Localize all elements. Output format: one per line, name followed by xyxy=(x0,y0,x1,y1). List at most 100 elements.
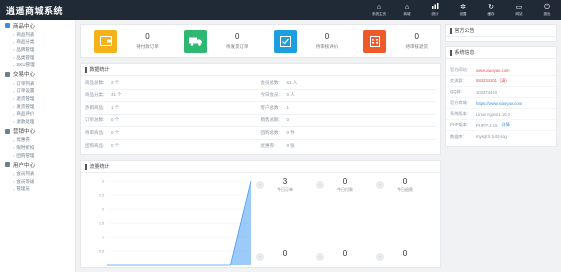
nav-exit[interactable]: ⏻ 退出 xyxy=(533,0,561,20)
sidebar-item[interactable]: › 商品列表 xyxy=(0,31,75,39)
sidebar-item[interactable]: › 会员等级 xyxy=(0,178,75,186)
sidebar-section-marketing[interactable]: 营销中心 xyxy=(0,126,75,137)
panel-title: 数据统计 xyxy=(81,64,440,76)
info-value: Linux nginx/1.10.3 xyxy=(476,111,510,117)
info-key: PHP版本: xyxy=(450,122,469,127)
sidebar-item-label: 退款处理 xyxy=(16,118,35,124)
sidebar-section-users[interactable]: 用户中心 xyxy=(0,159,75,170)
top-bar: 逍遥商城系统 ⌂ 系统主页 ⌂ 商城 统计 ✲ 设置 ↻ 缓存 ▭ 网站 ⏻ 退出 xyxy=(0,0,561,20)
sidebar-item[interactable]: › 团购管理 xyxy=(0,152,75,160)
sidebar-item[interactable]: › 品类管理 xyxy=(0,54,75,62)
sidebar-item[interactable]: › 退货管理 xyxy=(0,95,75,103)
stat-key: 热销商品: xyxy=(85,104,105,110)
bullet-icon: › xyxy=(13,145,15,151)
bullet-icon: › xyxy=(13,137,15,143)
stats-icon xyxy=(431,3,439,12)
y-tick-label: 0.5 xyxy=(99,249,104,253)
nav-store[interactable]: ⌂ 商城 xyxy=(393,0,421,20)
bullet-icon: › xyxy=(13,47,15,53)
stat-key: 商品总数: xyxy=(85,79,105,85)
info-key: QQ群: xyxy=(450,89,462,94)
info-key: 系统版本: xyxy=(450,111,468,116)
sidebar-item-label: 限时折扣 xyxy=(16,144,35,150)
nav-home[interactable]: ⌂ 系统主页 xyxy=(365,0,393,20)
sidebar-item[interactable]: › 会员列表 xyxy=(0,170,75,178)
stat-key: 商品分类: xyxy=(85,92,105,98)
stat-pending-shipping[interactable]: 0 待发货订单 xyxy=(171,25,261,57)
stat-pending-payment[interactable]: 0 待付款订单 xyxy=(81,25,171,57)
table-row: 热销商品: 1 个 客户总数: 1 xyxy=(85,102,436,115)
order-stat-value: 0 xyxy=(402,249,408,258)
order-stat-value: 3 xyxy=(282,177,288,186)
stat-val: 2 个 xyxy=(111,79,120,85)
y-tick-label: 2.5 xyxy=(99,193,104,197)
order-stats: ‹ 3 今日订单 ‹ 0 今日付款 ‹ 0 今日退款 ‹ 0 ‹ 0 ‹ 0 xyxy=(256,177,436,269)
nav-site[interactable]: ▭ 网站 xyxy=(505,0,533,20)
data-stats-panel: 数据统计 商品总数: 2 个 会员总数: 61 人 商品分类: 31 个 今日会员: 0… xyxy=(80,63,441,155)
bullet-icon: › xyxy=(13,81,15,87)
bullet-icon: › xyxy=(13,96,15,102)
sidebar-section-goods[interactable]: 商品中心 xyxy=(0,20,75,31)
stat-key: 优惠券: xyxy=(260,142,276,148)
sidebar-item[interactable]: › 订单设置 xyxy=(0,88,75,96)
info-row: 数据库: mysql:5.5.62-log xyxy=(446,131,556,142)
sidebar-item-label: 优惠券 xyxy=(16,137,30,143)
y-tick-label: 2 xyxy=(102,207,104,211)
order-stat: ‹ 0 xyxy=(256,249,314,261)
box-icon xyxy=(5,23,10,28)
info-value[interactable]: https://www.xiaoyao.com xyxy=(476,101,522,106)
sidebar-item[interactable]: › 退款处理 xyxy=(0,118,75,126)
bullet-icon: › xyxy=(13,32,15,38)
bullet-icon: › xyxy=(13,62,15,68)
stat-pending-return[interactable]: 0 待审核退货 xyxy=(350,25,440,57)
app-logo: 逍遥商城系统 xyxy=(6,6,64,16)
nav-cache[interactable]: ↻ 缓存 xyxy=(477,0,505,20)
stat-pending-review[interactable]: 0 待审核评价 xyxy=(261,25,351,57)
order-stat: ‹ 0 xyxy=(376,249,434,261)
sidebar-item-label: 管理员 xyxy=(16,186,30,192)
sidebar-item[interactable]: › 订单列表 xyxy=(0,80,75,88)
info-key: 官方网站: xyxy=(450,67,468,72)
store-icon: ⌂ xyxy=(404,3,410,11)
info-value[interactable]: 584234101（满） xyxy=(476,78,510,84)
y-tick-label: 1 xyxy=(102,235,104,239)
bullet-icon: › xyxy=(13,153,15,159)
data-stats-rows: 商品总数: 2 个 会员总数: 61 人 商品分类: 31 个 今日会员: 0 人 热销… xyxy=(81,76,440,154)
nav-store-label: 商城 xyxy=(403,11,411,16)
stat-bar: 0 待付款订单 0 待发货订单 0 待审核评价 0 待审核退货 xyxy=(80,24,441,58)
order-stat: ‹ 0 今日付款 xyxy=(316,177,374,193)
arrow-icon: ‹ xyxy=(316,181,324,189)
info-value: 103274410 xyxy=(476,89,497,95)
sidebar-item[interactable]: › 商品分类 xyxy=(0,39,75,47)
home-icon: ⌂ xyxy=(376,3,382,11)
stat-val: 1 xyxy=(286,104,290,110)
sidebar-item-label: 退货管理 xyxy=(16,95,35,101)
stat-val: 0 个 xyxy=(111,142,120,148)
info-key: 官方商城: xyxy=(450,100,468,105)
nav-stats[interactable]: 统计 xyxy=(421,0,449,20)
sidebar-item[interactable]: › 限时折扣 xyxy=(0,144,75,152)
right-column: 官方公告 系统信息 官方网站: www.xiaoyao.com 交流群: 58423… xyxy=(445,24,557,147)
details-link[interactable]: 详情 xyxy=(501,122,509,128)
stat-key: 待审商品: xyxy=(85,129,105,135)
bullet-icon: › xyxy=(13,104,15,110)
nav-settings-label: 设置 xyxy=(459,11,467,16)
user-icon xyxy=(5,162,10,168)
notice-panel: 官方公告 xyxy=(445,24,557,42)
sidebar-item-label: 商品评价 xyxy=(16,111,35,117)
nav-settings[interactable]: ✲ 设置 xyxy=(449,0,477,20)
panel-title-text: 流量统计 xyxy=(89,164,110,170)
sidebar-item[interactable]: › 发货管理 xyxy=(0,103,75,111)
stat-value: 0 xyxy=(145,32,150,41)
sidebar-item[interactable]: › 管理员 xyxy=(0,186,75,194)
sidebar-item[interactable]: › SKU管理 xyxy=(0,61,75,69)
info-value[interactable]: www.xiaoyao.com xyxy=(476,68,510,73)
sidebar-section-trade[interactable]: 交易中心 xyxy=(0,69,75,80)
sidebar-item[interactable]: › 优惠券 xyxy=(0,137,75,145)
sidebar-item[interactable]: › 商品评价 xyxy=(0,110,75,118)
sidebar-item[interactable]: › 品牌管理 xyxy=(0,46,75,54)
arrow-icon: ‹ xyxy=(256,181,264,189)
arrow-icon: ‹ xyxy=(376,181,384,189)
sidebar-item-label: 团购管理 xyxy=(16,152,35,158)
order-stat: ‹ 0 xyxy=(316,249,374,261)
